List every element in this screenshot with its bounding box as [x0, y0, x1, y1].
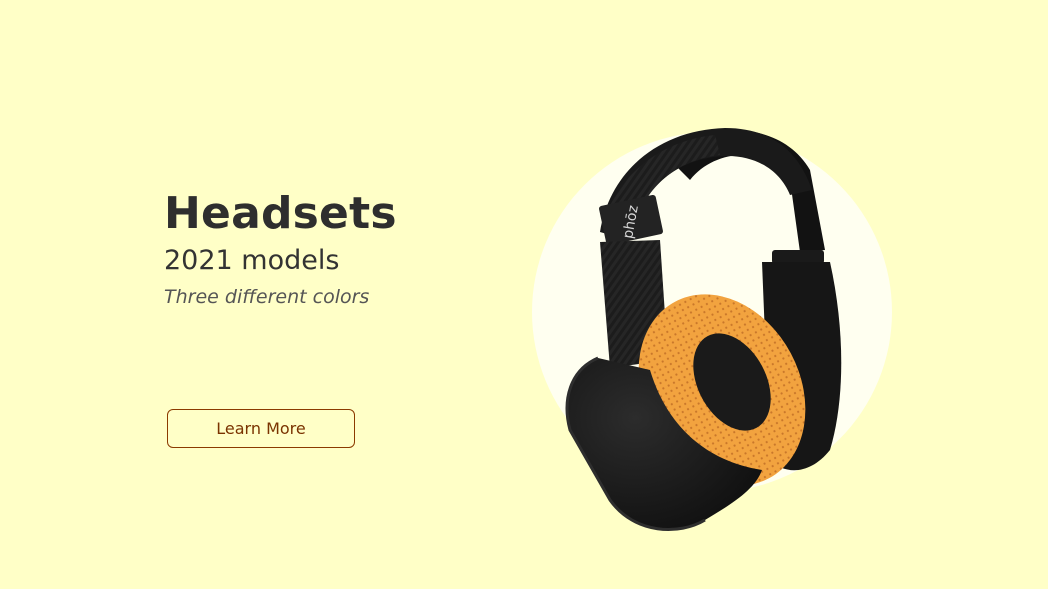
- hero-banner: Headsets 2021 models Three different col…: [0, 0, 1048, 589]
- right-yoke: [772, 250, 824, 264]
- learn-more-button[interactable]: Learn More: [167, 409, 355, 448]
- hero-subtitle: 2021 models: [164, 245, 340, 276]
- hero-tagline: Three different colors: [164, 286, 370, 308]
- hero-title: Headsets: [164, 188, 397, 239]
- headphones-image: phōz: [500, 100, 940, 560]
- hero-text: Headsets 2021 models Three different col…: [164, 186, 484, 312]
